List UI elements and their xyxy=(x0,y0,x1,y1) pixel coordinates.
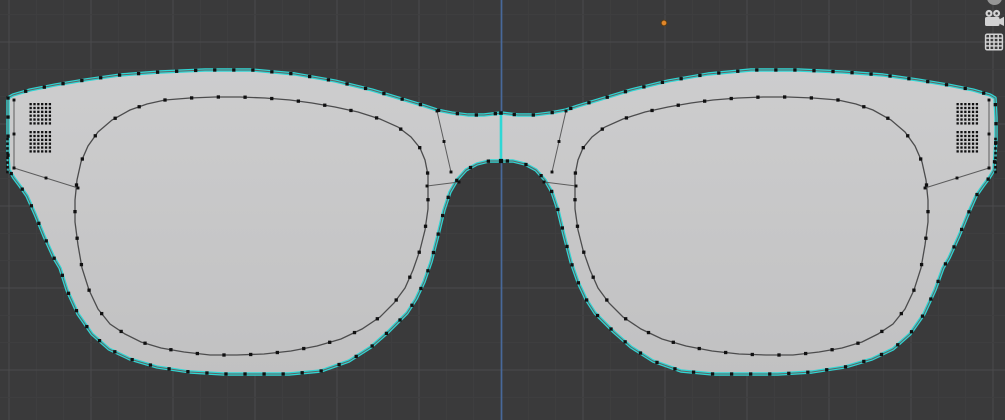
grid-display-icon[interactable] xyxy=(984,33,1004,51)
viewport-scene xyxy=(0,0,1005,420)
partial-icon-top[interactable] xyxy=(986,0,1002,5)
object-origin[interactable] xyxy=(660,19,668,27)
viewport-corner-toolbar xyxy=(984,0,1004,51)
camera-view-icon[interactable] xyxy=(984,9,1004,27)
3d-viewport[interactable] xyxy=(0,0,1005,420)
